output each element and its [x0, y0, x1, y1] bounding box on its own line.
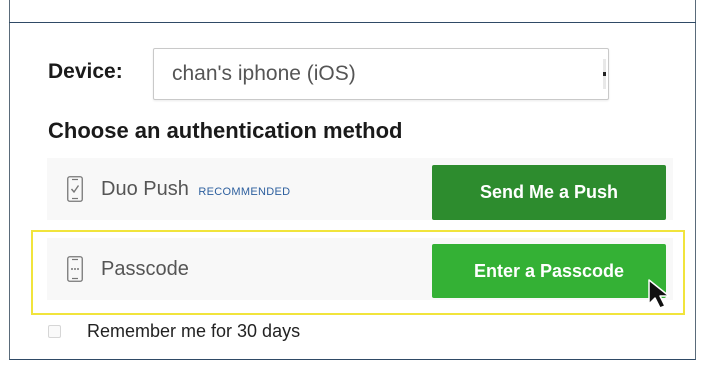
device-select[interactable]: chan's iphone (iOS) [153, 48, 609, 100]
push-label: Duo Push [101, 178, 189, 200]
remember-label: Remember me for 30 days [87, 321, 301, 341]
device-select-value: chan's iphone (iOS) [172, 62, 356, 85]
remember-checkbox[interactable] [48, 325, 61, 338]
device-label: Device: [48, 60, 123, 83]
mouse-cursor-icon [648, 279, 670, 309]
remember-me[interactable]: Remember me for 30 days [48, 321, 300, 342]
recommended-badge: RECOMMENDED [198, 186, 291, 198]
phone-dots-icon [67, 256, 83, 282]
enter-passcode-button[interactable]: Enter a Passcode [432, 244, 666, 298]
select-handle-icon [603, 59, 606, 89]
passcode-label: Passcode [101, 258, 189, 280]
method-row-passcode: Passcode Enter a Passcode [47, 238, 673, 300]
frame-top-border [9, 22, 696, 23]
send-push-button[interactable]: Send Me a Push [432, 165, 666, 220]
page-heading: Choose an authentication method [48, 118, 403, 143]
method-label-push: Duo Push RECOMMENDED [101, 178, 290, 201]
phone-check-icon [67, 176, 83, 202]
method-row-push: Duo Push RECOMMENDED Send Me a Push [47, 158, 673, 220]
